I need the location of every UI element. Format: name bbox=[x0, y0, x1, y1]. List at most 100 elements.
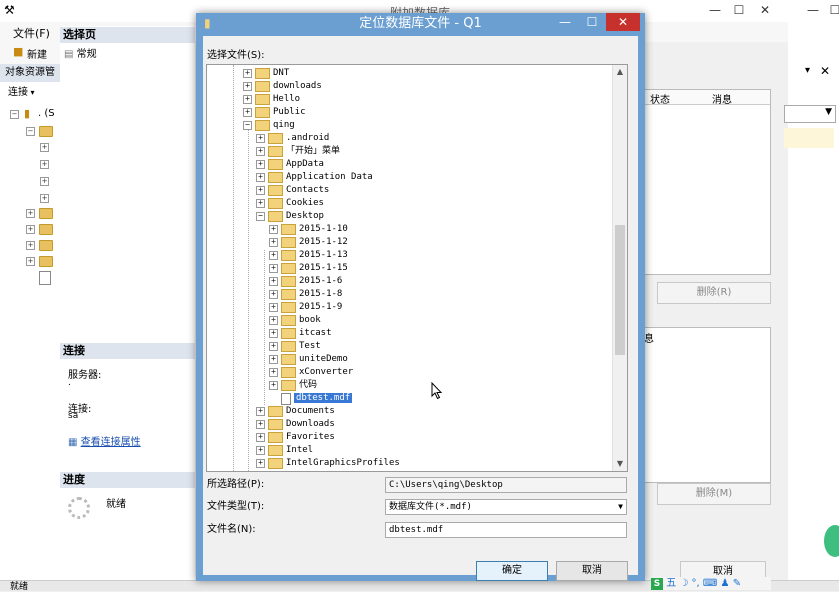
expand-icon[interactable]: + bbox=[243, 95, 252, 104]
expand-icon[interactable]: + bbox=[243, 82, 252, 91]
cancel-button[interactable]: 取消 bbox=[556, 561, 628, 581]
tree-item[interactable]: + Test bbox=[269, 340, 321, 353]
tree-item[interactable]: + downloads bbox=[243, 80, 322, 93]
expand-icon[interactable]: + bbox=[269, 342, 278, 351]
tree-item[interactable]: +2015-1-6 bbox=[269, 275, 342, 288]
tree-item[interactable]: + IntelGraphicsProfiles bbox=[256, 457, 400, 470]
databases-grid[interactable]: 状态 消息 bbox=[643, 89, 771, 275]
scrollbar-thumb[interactable] bbox=[615, 225, 625, 355]
details-grid[interactable]: 息 bbox=[643, 327, 771, 483]
remove-button-2[interactable]: 删除(M) bbox=[657, 483, 771, 505]
collapse-icon[interactable]: − bbox=[243, 121, 252, 130]
outer-maximize-icon[interactable]: ☐ bbox=[822, 2, 839, 18]
tree-item[interactable]: +2015-1-13 bbox=[269, 249, 348, 262]
expand-icon[interactable]: + bbox=[269, 355, 278, 364]
collapse-icon[interactable]: − bbox=[256, 212, 265, 221]
tree-item[interactable]: + itcast bbox=[269, 327, 332, 340]
menu-file[interactable]: 文件(F) bbox=[13, 25, 50, 41]
tree-expander[interactable]: + bbox=[26, 209, 35, 218]
tree-item[interactable]: + Downloads bbox=[256, 418, 335, 431]
expand-icon[interactable]: + bbox=[269, 251, 278, 260]
scroll-down-icon[interactable]: ▼ bbox=[613, 457, 627, 471]
tree-item[interactable]: + Intel bbox=[256, 444, 313, 457]
expand-icon[interactable]: + bbox=[256, 160, 265, 169]
new-button[interactable]: 新建 bbox=[27, 46, 47, 61]
tree-item[interactable]: + 代码 bbox=[269, 379, 317, 392]
expand-icon[interactable]: + bbox=[269, 303, 278, 312]
tree-expander[interactable]: + bbox=[40, 194, 49, 203]
expand-icon[interactable]: + bbox=[269, 277, 278, 286]
tree-item[interactable]: + book bbox=[269, 314, 321, 327]
expand-icon[interactable]: + bbox=[269, 368, 278, 377]
expand-icon[interactable]: + bbox=[269, 316, 278, 325]
tree-expander[interactable]: + bbox=[40, 143, 49, 152]
file-tree[interactable]: + DNT + downloads + Hello + Public − qing + .androi… bbox=[206, 64, 628, 472]
remove-button[interactable]: 删除(R) bbox=[657, 282, 771, 304]
close-icon[interactable]: ✕ bbox=[606, 13, 640, 31]
file-name-input[interactable]: dbtest.mdf bbox=[385, 522, 627, 538]
panel-close-icon[interactable]: ✕ bbox=[820, 64, 830, 78]
bg-minimize-icon[interactable]: — bbox=[702, 2, 728, 18]
tree-item[interactable]: + Documents bbox=[256, 405, 335, 418]
bg-maximize-icon[interactable]: ☐ bbox=[726, 2, 752, 18]
expand-icon[interactable]: + bbox=[243, 108, 252, 117]
expand-icon[interactable]: + bbox=[256, 134, 265, 143]
tree-item[interactable]: + .android bbox=[256, 132, 329, 145]
expand-icon[interactable]: + bbox=[269, 238, 278, 247]
tree-item[interactable]: + Application Data bbox=[256, 171, 373, 184]
tree-item[interactable]: +2015-1-9 bbox=[269, 301, 342, 314]
tree-item[interactable]: + DNT bbox=[243, 67, 289, 80]
tree-item[interactable]: + uniteDemo bbox=[269, 353, 348, 366]
tree-item[interactable]: + 「开始」菜单 bbox=[256, 145, 340, 158]
tree-item[interactable]: + Public bbox=[243, 106, 306, 119]
tree-item[interactable]: + Favorites bbox=[256, 431, 335, 444]
tree-expander[interactable]: + bbox=[26, 241, 35, 250]
tree-expander[interactable]: − bbox=[26, 127, 35, 136]
tree-expander[interactable]: + bbox=[26, 225, 35, 234]
expand-icon[interactable]: + bbox=[256, 420, 265, 429]
connect-dropdown[interactable]: 连接 ▾ bbox=[0, 84, 60, 102]
file-type-select[interactable]: 数据库文件(*.mdf) ▼ bbox=[385, 499, 627, 515]
expand-icon[interactable]: + bbox=[269, 329, 278, 338]
expand-icon[interactable]: + bbox=[256, 173, 265, 182]
maximize-icon[interactable]: ☐ bbox=[577, 13, 607, 31]
ok-button[interactable]: 确定 bbox=[476, 561, 548, 581]
tree-item[interactable]: + Cookies bbox=[256, 197, 324, 210]
view-connection-properties-link[interactable]: ▦ 查看连接属性 bbox=[68, 433, 141, 448]
tree-expander[interactable]: + bbox=[40, 177, 49, 186]
tree-item[interactable]: + AppData bbox=[256, 158, 324, 171]
minimize-icon[interactable]: — bbox=[550, 13, 580, 31]
tree-item[interactable]: +2015-1-8 bbox=[269, 288, 342, 301]
expand-icon[interactable]: + bbox=[243, 69, 252, 78]
vertical-scrollbar[interactable]: ▲ ▼ bbox=[612, 65, 627, 471]
expand-icon[interactable]: + bbox=[256, 446, 265, 455]
tree-item[interactable]: + Hello bbox=[243, 93, 300, 106]
bg-close-icon[interactable]: ✕ bbox=[752, 2, 778, 18]
expand-icon[interactable]: + bbox=[256, 186, 265, 195]
tree-item[interactable]: − qing bbox=[243, 119, 295, 132]
scroll-up-icon[interactable]: ▲ bbox=[613, 65, 627, 79]
tree-item[interactable]: +2015-1-12 bbox=[269, 236, 348, 249]
tree-item[interactable]: + Contacts bbox=[256, 184, 329, 197]
expand-icon[interactable]: + bbox=[256, 407, 265, 416]
expand-icon[interactable]: + bbox=[256, 459, 265, 468]
expand-icon[interactable]: + bbox=[269, 290, 278, 299]
expand-icon[interactable]: + bbox=[269, 264, 278, 273]
tree-expander[interactable]: + bbox=[40, 160, 49, 169]
tree-item[interactable]: dbtest.mdf bbox=[269, 392, 353, 405]
expand-icon[interactable]: + bbox=[256, 199, 265, 208]
ime-toolbar[interactable]: S 五 ☽ °, ⌨ ♟ ✎ bbox=[651, 577, 771, 590]
expand-icon[interactable]: + bbox=[256, 433, 265, 442]
tree-item[interactable]: + xConverter bbox=[269, 366, 353, 379]
tree-item[interactable]: +2015-1-10 bbox=[269, 223, 348, 236]
panel-dropdown[interactable]: ▼ bbox=[784, 105, 836, 123]
expand-icon[interactable]: + bbox=[256, 147, 265, 156]
tree-expander[interactable]: + bbox=[26, 257, 35, 266]
tree-expander[interactable]: − bbox=[10, 110, 19, 119]
expand-icon[interactable]: + bbox=[269, 225, 278, 234]
expand-icon[interactable]: + bbox=[269, 381, 278, 390]
tree-item[interactable]: − Desktop bbox=[256, 210, 324, 223]
floating-badge-icon[interactable] bbox=[824, 525, 839, 557]
page-general-item[interactable]: ▤ 常规 bbox=[64, 45, 97, 60]
pin-icon[interactable]: ▾ bbox=[805, 65, 810, 76]
